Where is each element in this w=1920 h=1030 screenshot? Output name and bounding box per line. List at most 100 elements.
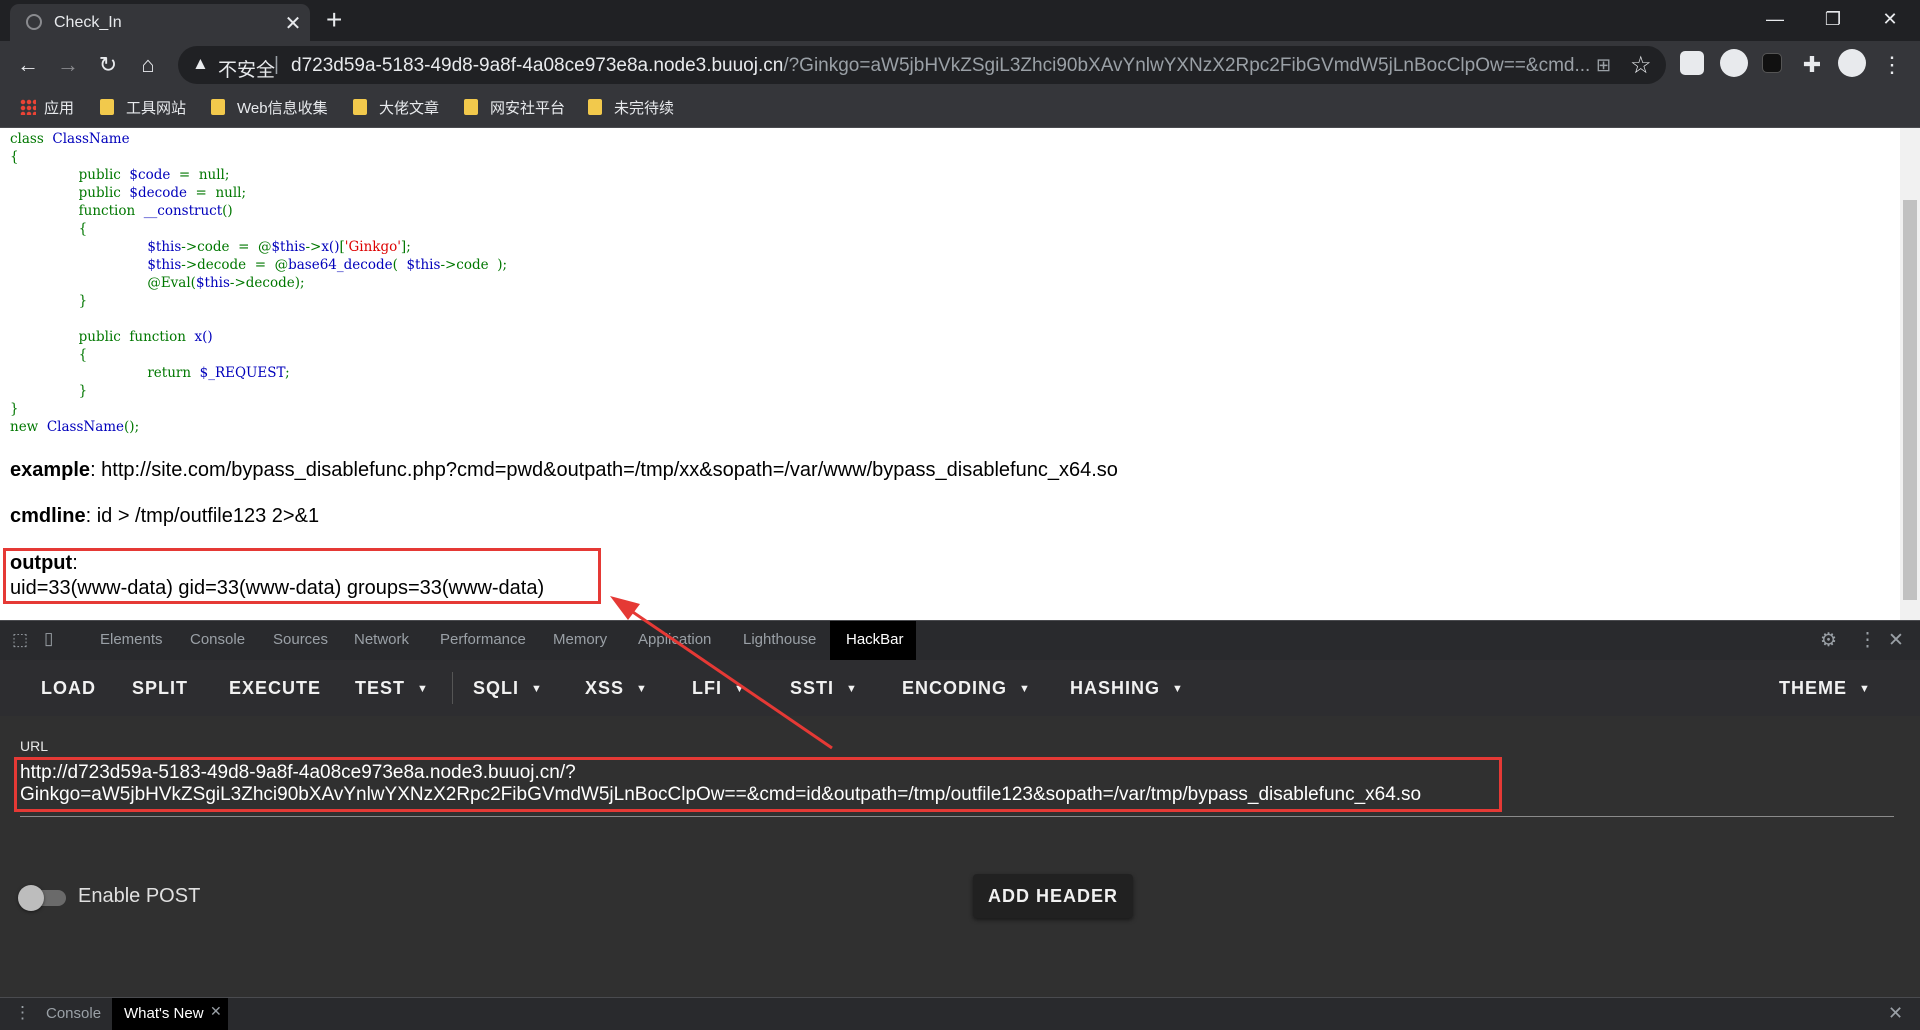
encoding-menu[interactable]: ENCODING ▼	[902, 678, 1031, 699]
hackbar-extension-icon[interactable]	[1762, 53, 1782, 73]
drawer-tab-whats-new[interactable]: What's New	[124, 1005, 204, 1022]
address-bar[interactable]: ▲ 不安全 | d723d59a-5183-49d8-9a8f-4a08ce97…	[178, 46, 1666, 84]
code-line: }	[10, 401, 19, 417]
translate-icon[interactable]: ⊞	[1596, 55, 1611, 76]
fox-extension-icon[interactable]	[1720, 49, 1748, 77]
tab-title: Check_In	[54, 14, 122, 31]
folder-icon	[211, 99, 225, 115]
enable-post-label[interactable]: Enable POST	[78, 885, 200, 908]
tab-performance[interactable]: Performance	[440, 631, 526, 648]
bookmark-label: 大佬文章	[379, 100, 440, 117]
tab-network[interactable]: Network	[354, 631, 409, 648]
drawer-menu-icon[interactable]: ⋮	[14, 1003, 31, 1023]
lfi-menu[interactable]: LFI ▼	[692, 678, 746, 699]
extension-icon[interactable]	[1680, 51, 1704, 75]
folder-icon	[353, 99, 367, 115]
execute-button[interactable]: EXECUTE	[229, 678, 321, 699]
warning-icon[interactable]: ▲	[192, 54, 209, 74]
sqli-menu[interactable]: SQLI ▼	[473, 678, 543, 699]
bookmark-label: 网安社平台	[490, 100, 566, 117]
code-line: public $decode = null;	[10, 185, 247, 201]
bookmark-folder[interactable]: 工具网站	[100, 97, 186, 118]
profile-avatar-icon[interactable]	[1838, 49, 1866, 77]
code-line: {	[10, 221, 88, 237]
browser-tab[interactable]: Check_In ✕	[10, 4, 310, 41]
star-icon[interactable]: ☆	[1630, 51, 1652, 80]
bookmark-label: 未完待续	[614, 100, 675, 117]
device-toolbar-icon[interactable]: ▯	[44, 629, 53, 649]
caret-down-icon: ▼	[636, 683, 648, 695]
bookmark-folder[interactable]: 网安社平台	[464, 97, 565, 118]
forward-icon[interactable]: →	[52, 49, 84, 81]
scrollbar-thumb[interactable]	[1903, 200, 1917, 600]
kebab-menu-icon[interactable]: ⋮	[1876, 49, 1908, 81]
window-close-icon[interactable]: ✕	[1862, 0, 1918, 38]
folder-icon	[464, 99, 478, 115]
hashing-menu[interactable]: HASHING ▼	[1070, 678, 1184, 699]
code-line: }	[10, 293, 88, 309]
globe-icon	[26, 14, 42, 30]
bookmark-apps[interactable]: 应用	[20, 97, 74, 118]
code-line: class ClassName	[10, 131, 130, 147]
tab-hackbar[interactable]: HackBar	[846, 631, 904, 648]
new-tab-button[interactable]: +	[326, 4, 342, 36]
gear-icon[interactable]: ⚙	[1820, 629, 1837, 652]
restore-icon[interactable]: ❐	[1805, 0, 1861, 38]
tab-elements[interactable]: Elements	[100, 631, 163, 648]
bookmark-label: 应用	[44, 100, 75, 117]
tab-console[interactable]: Console	[190, 631, 245, 648]
caret-down-icon: ▼	[734, 683, 746, 695]
close-devtools-icon[interactable]: ✕	[1888, 629, 1904, 652]
devtools-menu-icon[interactable]: ⋮	[1858, 629, 1877, 652]
bookmark-folder[interactable]: 未完待续	[588, 97, 674, 118]
toggle-knob[interactable]	[18, 885, 44, 911]
output-highlight-box	[3, 548, 601, 604]
puzzle-icon[interactable]: ✚	[1796, 49, 1828, 81]
url-rest: /?Ginkgo=aW5jbHVkZSgiL3Zhci90bXAvYnlwYXN…	[783, 55, 1591, 76]
php-source-code: class ClassName { public $code = null; p…	[10, 130, 507, 436]
example-line: example: http://site.com/bypass_disablef…	[10, 459, 1118, 482]
caret-down-icon: ▼	[846, 683, 858, 695]
insecure-label[interactable]: 不安全	[218, 55, 275, 82]
test-label: TEST	[355, 678, 406, 698]
sqli-label: SQLI	[473, 678, 520, 698]
cmdline-value: : id > /tmp/outfile123 2>&1	[85, 505, 320, 527]
close-tab-icon[interactable]: ✕	[282, 11, 304, 36]
ssti-label: SSTI	[790, 678, 835, 698]
tab-application[interactable]: Application	[638, 631, 711, 648]
theme-label: THEME	[1779, 678, 1847, 698]
ssti-menu[interactable]: SSTI ▼	[790, 678, 858, 699]
tab-lighthouse[interactable]: Lighthouse	[743, 631, 816, 648]
close-drawer-icon[interactable]: ✕	[1888, 1003, 1903, 1024]
code-line: }	[10, 383, 88, 399]
url-text[interactable]: d723d59a-5183-49d8-9a8f-4a08ce973e8a.nod…	[291, 55, 1590, 77]
code-line: return $_REQUEST;	[10, 365, 290, 381]
load-button[interactable]: LOAD	[41, 678, 96, 699]
inspect-element-icon[interactable]: ⬚	[12, 630, 28, 650]
bookmark-folder[interactable]: Web信息收集	[211, 97, 328, 118]
bookmark-folder[interactable]: 大佬文章	[353, 97, 439, 118]
url-separator: |	[274, 54, 279, 75]
cmdline-label: cmdline	[10, 505, 86, 527]
test-menu[interactable]: TEST ▼	[355, 678, 429, 699]
caret-down-icon: ▼	[417, 683, 429, 695]
back-icon[interactable]: ←	[12, 49, 44, 81]
hackbar-toolbar: LOAD SPLIT EXECUTE TEST ▼ SQLI ▼ XSS ▼ LFI ▼…	[0, 660, 1920, 716]
minimize-icon[interactable]: —	[1747, 0, 1803, 38]
xss-menu[interactable]: XSS ▼	[585, 678, 648, 699]
add-header-button[interactable]: ADD HEADER	[973, 874, 1133, 918]
code-line: $this->decode = @base64_decode( $this->c…	[147, 257, 508, 273]
theme-menu[interactable]: THEME ▼	[1779, 678, 1871, 699]
tab-sources[interactable]: Sources	[273, 631, 328, 648]
reload-icon[interactable]: ↻	[92, 49, 124, 81]
lfi-label: LFI	[692, 678, 722, 698]
caret-down-icon: ▼	[1859, 683, 1871, 695]
devtools-tab-bar: ⬚ ▯ Elements Console Sources Network Per…	[0, 620, 1920, 660]
split-button[interactable]: SPLIT	[132, 678, 188, 699]
tab-memory[interactable]: Memory	[553, 631, 607, 648]
home-icon[interactable]: ⌂	[132, 49, 164, 81]
drawer-tab-console[interactable]: Console	[46, 1005, 101, 1022]
code-line: {	[10, 149, 19, 165]
close-drawer-tab-icon[interactable]: ✕	[210, 1003, 222, 1020]
example-value: : http://site.com/bypass_disablefunc.php…	[90, 459, 1118, 481]
